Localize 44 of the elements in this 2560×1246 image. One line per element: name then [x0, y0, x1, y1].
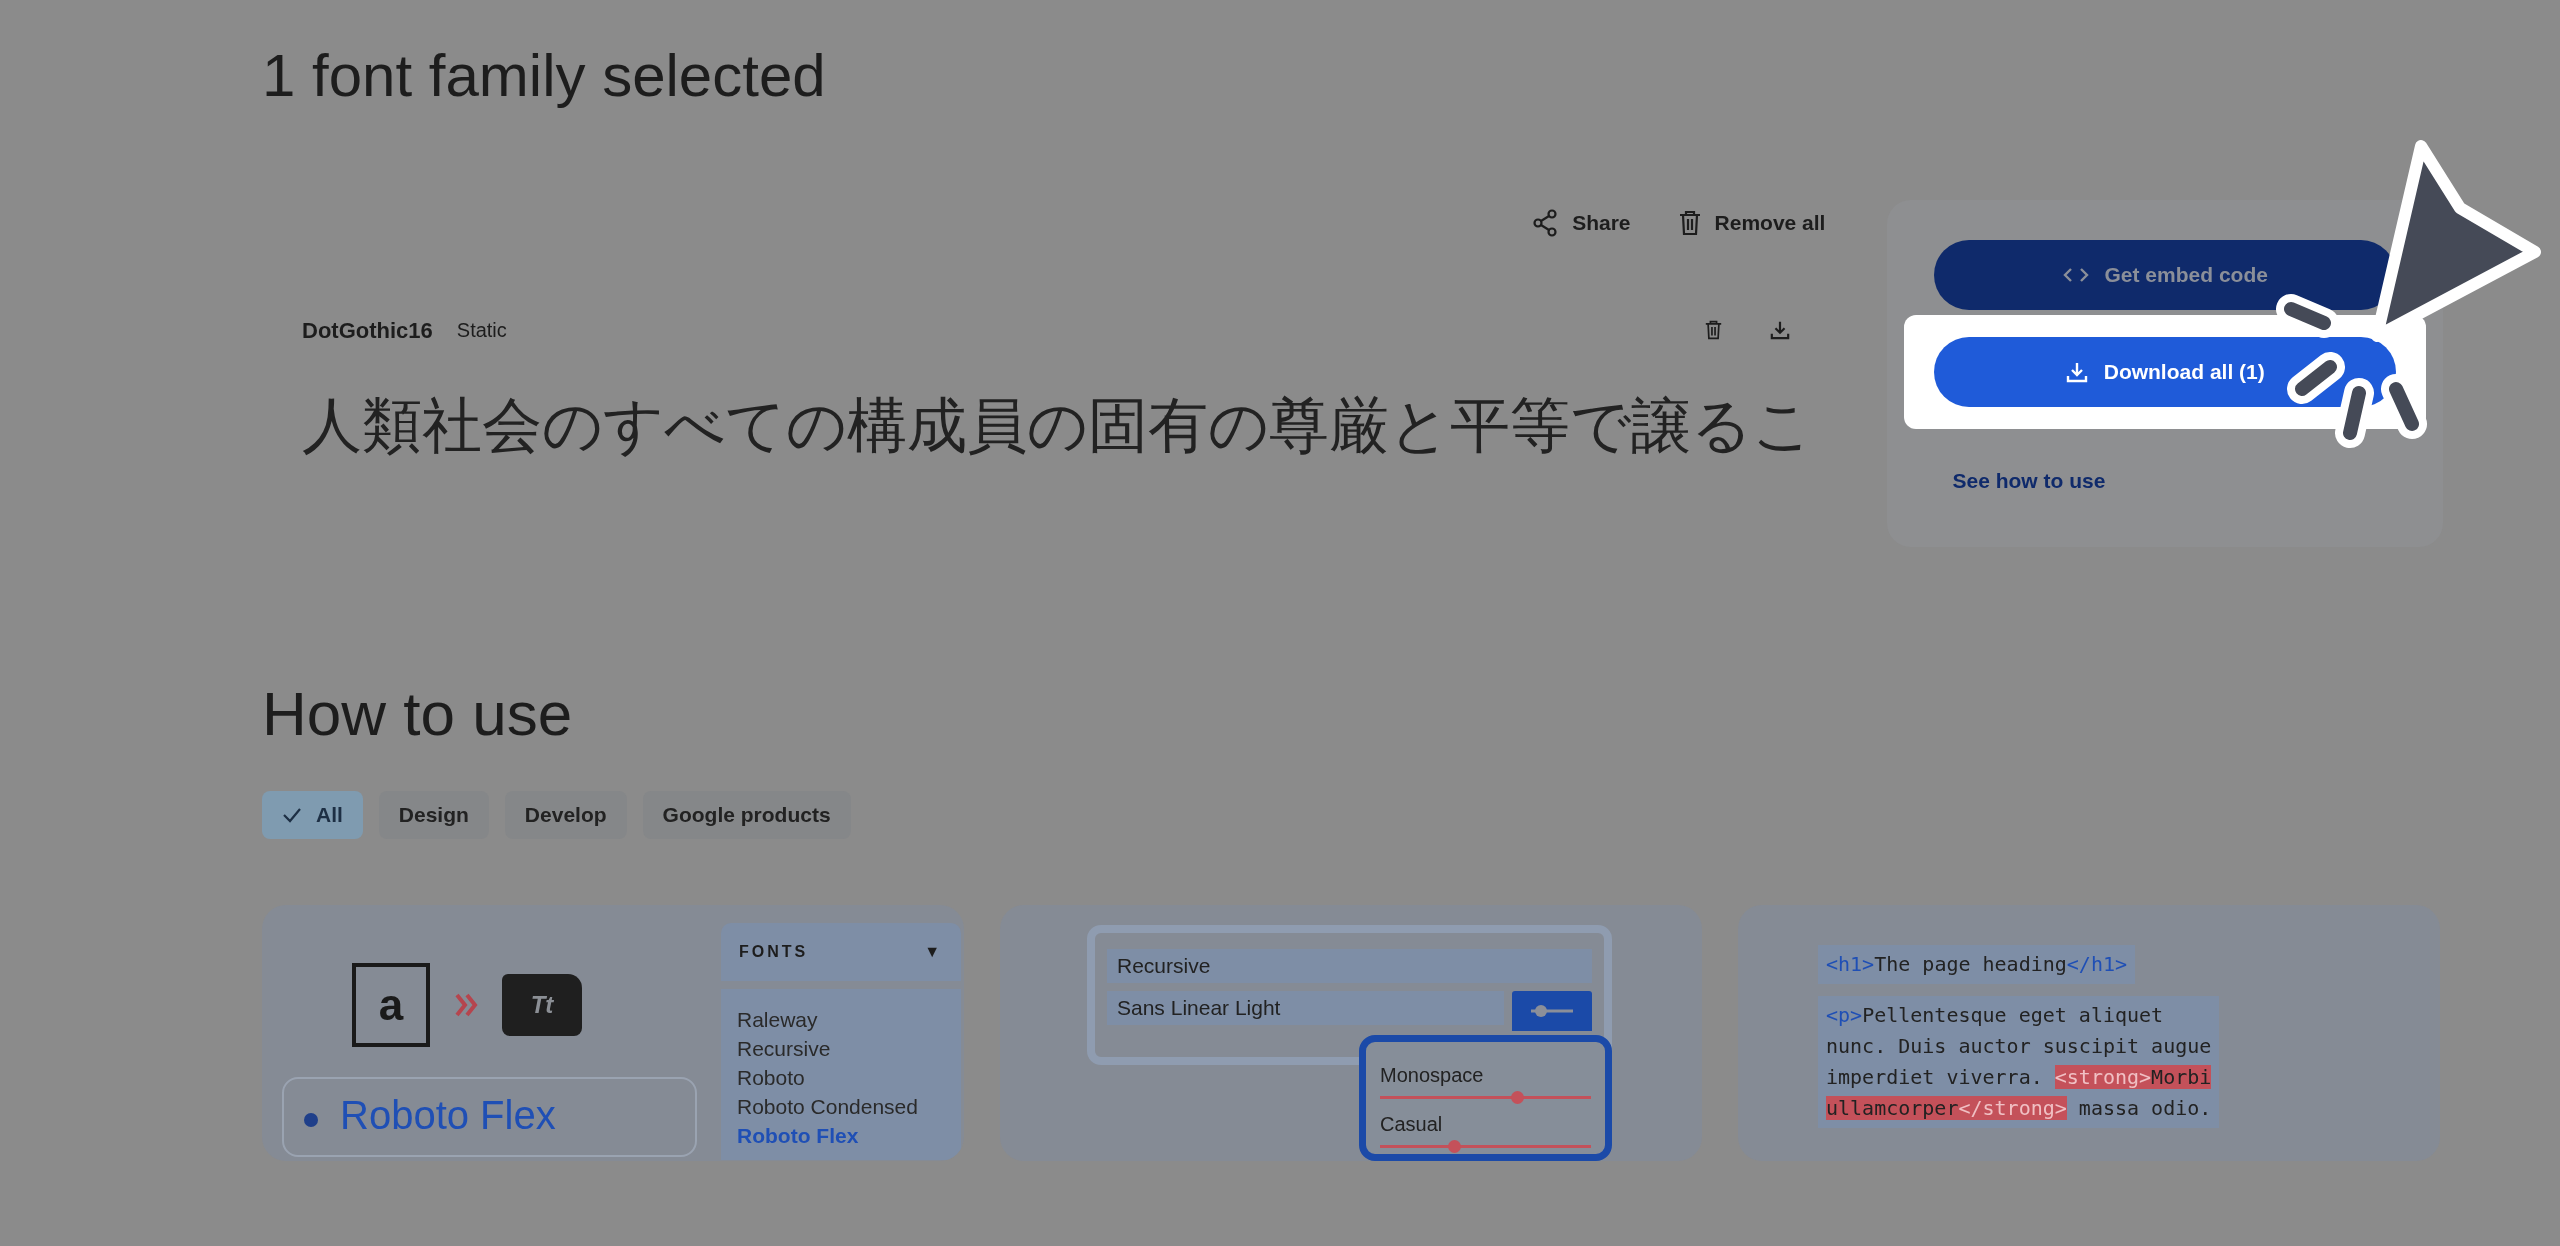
slider-icon	[1529, 1003, 1575, 1018]
share-button[interactable]: Share	[1532, 207, 1631, 239]
filter-chip[interactable]: All	[262, 790, 363, 839]
font-type-label: Static	[456, 318, 507, 343]
remove-family-button[interactable]	[1705, 320, 1723, 340]
filter-chip[interactable]: Develop	[504, 790, 627, 839]
font-field: Sans Linear Light	[1107, 990, 1504, 1025]
filter-chip[interactable]: Design	[378, 790, 489, 839]
slider-thumb[interactable]	[1447, 1139, 1461, 1153]
font-field: Recursive	[1107, 948, 1592, 983]
slider-label: Monospace	[1380, 1062, 1485, 1088]
share-icon	[1532, 208, 1559, 237]
filter-chip[interactable]: Google products	[642, 790, 851, 839]
font-list-item[interactable]: Recursive	[737, 1033, 945, 1063]
font-list-item[interactable]: Raleway	[737, 1004, 945, 1034]
font-list-item[interactable]: Roboto	[737, 1062, 945, 1092]
code-line: imperdiet viverra. <strong>Morbi	[1826, 1063, 2212, 1091]
bullet-dot	[304, 1112, 318, 1127]
see-how-to-use-link[interactable]: See how to use	[1952, 465, 2106, 497]
code-icon	[2062, 266, 2089, 284]
fonts-menu-header[interactable]: FONTS ▼	[721, 922, 961, 981]
preview-text: Roboto Flex	[340, 1092, 556, 1137]
code-line: <p>Pellentesque eget aliquet	[1826, 1001, 2165, 1029]
slider-toggle-button[interactable]	[1512, 990, 1592, 1031]
download-icon	[2065, 361, 2088, 383]
font-list-item[interactable]: Roboto Condensed	[737, 1091, 945, 1121]
code-line: nunc. Duis auctor suscipit augue	[1826, 1032, 2212, 1060]
code-line: <h1>The page heading</h1>	[1826, 950, 2128, 978]
download-all-button[interactable]: Download all (1)	[1934, 337, 2396, 407]
download-family-button[interactable]	[1770, 320, 1791, 340]
specimen-text: 人類社会のすべての構成員の固有の尊厳と平等で譲るこ	[302, 388, 1813, 462]
slider-thumb[interactable]	[1511, 1090, 1525, 1104]
chevrons-icon	[454, 991, 478, 1018]
remove-all-button[interactable]: Remove all	[1678, 207, 1826, 239]
document-icon: a	[352, 962, 430, 1047]
font-family-name: DotGothic16	[302, 316, 433, 345]
page-title: 1 font family selected	[262, 41, 827, 111]
check-icon	[282, 806, 302, 823]
code-line: ullamcorper</strong> massa odio.	[1826, 1094, 2212, 1122]
folder-icon: Tt	[502, 973, 582, 1036]
trash-icon	[1678, 209, 1701, 236]
font-list-item[interactable]: Roboto Flex	[737, 1120, 945, 1150]
section-title: How to use	[262, 677, 574, 750]
slider-label: Casual	[1380, 1111, 1444, 1137]
